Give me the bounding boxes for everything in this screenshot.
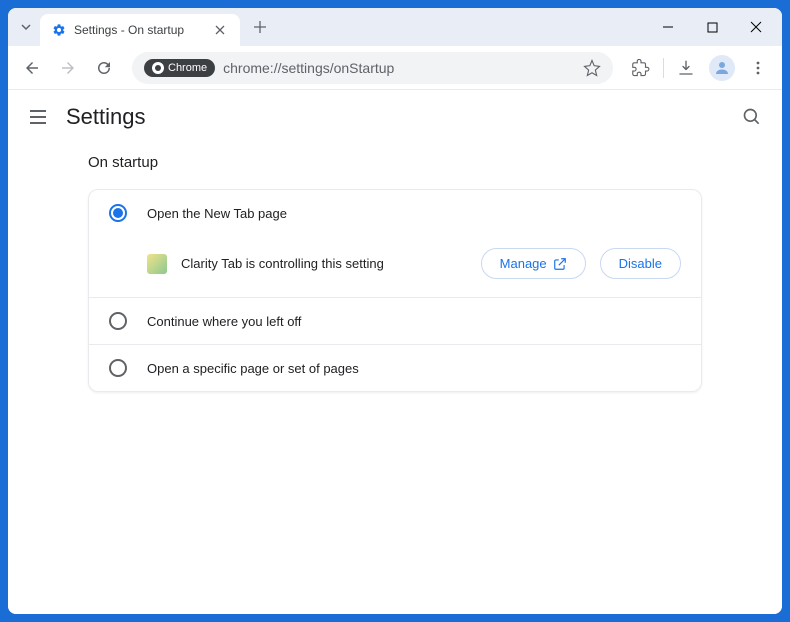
reload-icon [95, 59, 113, 77]
page-content: Settings On startup Open the New Tab pag… [8, 90, 782, 614]
option-specific-pages[interactable]: Open a specific page or set of pages [89, 345, 701, 391]
window-controls [646, 11, 778, 43]
new-tab-button[interactable] [246, 13, 274, 41]
reload-button[interactable] [88, 52, 120, 84]
close-icon [750, 21, 762, 33]
search-button[interactable] [742, 107, 762, 127]
arrow-left-icon [23, 59, 41, 77]
notice-text: Clarity Tab is controlling this setting [181, 256, 467, 271]
downloads-button[interactable] [670, 52, 702, 84]
chevron-down-icon [20, 21, 32, 33]
browser-window: Settings - On startup [8, 8, 782, 614]
plus-icon [253, 20, 267, 34]
titlebar: Settings - On startup [8, 8, 782, 46]
tab-close-button[interactable] [212, 22, 228, 38]
hamburger-menu-button[interactable] [28, 107, 48, 127]
radio-selected[interactable] [109, 204, 127, 222]
manage-label: Manage [500, 256, 547, 271]
page-title: Settings [66, 104, 724, 130]
options-card: Open the New Tab page Clarity Tab is con… [88, 189, 702, 392]
toolbar: Chrome chrome://settings/onStartup [8, 46, 782, 90]
tab-title: Settings - On startup [74, 23, 204, 37]
url-text: chrome://settings/onStartup [223, 60, 575, 76]
forward-button[interactable] [52, 52, 84, 84]
maximize-icon [707, 22, 718, 33]
manage-button[interactable]: Manage [481, 248, 586, 279]
radio-unselected[interactable] [109, 359, 127, 377]
address-bar[interactable]: Chrome chrome://settings/onStartup [132, 52, 613, 84]
option-continue[interactable]: Continue where you left off [89, 298, 701, 345]
minimize-button[interactable] [646, 11, 690, 43]
search-icon [742, 107, 762, 127]
disable-button[interactable]: Disable [600, 248, 681, 279]
option-label: Open the New Tab page [147, 206, 287, 221]
minimize-icon [662, 21, 674, 33]
bookmark-button[interactable] [583, 59, 601, 77]
chrome-icon [152, 62, 164, 74]
maximize-button[interactable] [690, 11, 734, 43]
option-label: Open a specific page or set of pages [147, 361, 359, 376]
section-title: On startup [88, 154, 702, 171]
tab-search-button[interactable] [12, 13, 40, 41]
avatar [709, 55, 735, 81]
open-external-icon [553, 257, 567, 271]
kebab-icon [750, 60, 766, 76]
extensions-button[interactable] [625, 52, 657, 84]
radio-unselected[interactable] [109, 312, 127, 330]
extension-notice: Clarity Tab is controlling this setting … [89, 236, 701, 298]
close-window-button[interactable] [734, 11, 778, 43]
option-label: Continue where you left off [147, 314, 301, 329]
close-icon [215, 25, 225, 35]
arrow-right-icon [59, 59, 77, 77]
hamburger-icon [28, 107, 48, 127]
gear-icon [52, 23, 66, 37]
extension-icon [147, 254, 167, 274]
browser-tab[interactable]: Settings - On startup [40, 14, 240, 46]
back-button[interactable] [16, 52, 48, 84]
option-new-tab[interactable]: Open the New Tab page [89, 190, 701, 236]
toolbar-divider [663, 58, 664, 78]
menu-button[interactable] [742, 52, 774, 84]
chrome-chip-label: Chrome [168, 62, 207, 74]
chrome-chip: Chrome [144, 59, 215, 77]
puzzle-icon [632, 59, 650, 77]
disable-label: Disable [619, 256, 662, 271]
settings-header: Settings [8, 90, 782, 144]
on-startup-section: On startup Open the New Tab page Clarity… [8, 144, 782, 402]
profile-button[interactable] [706, 52, 738, 84]
download-icon [677, 59, 695, 77]
person-icon [713, 59, 731, 77]
star-icon [583, 59, 601, 77]
